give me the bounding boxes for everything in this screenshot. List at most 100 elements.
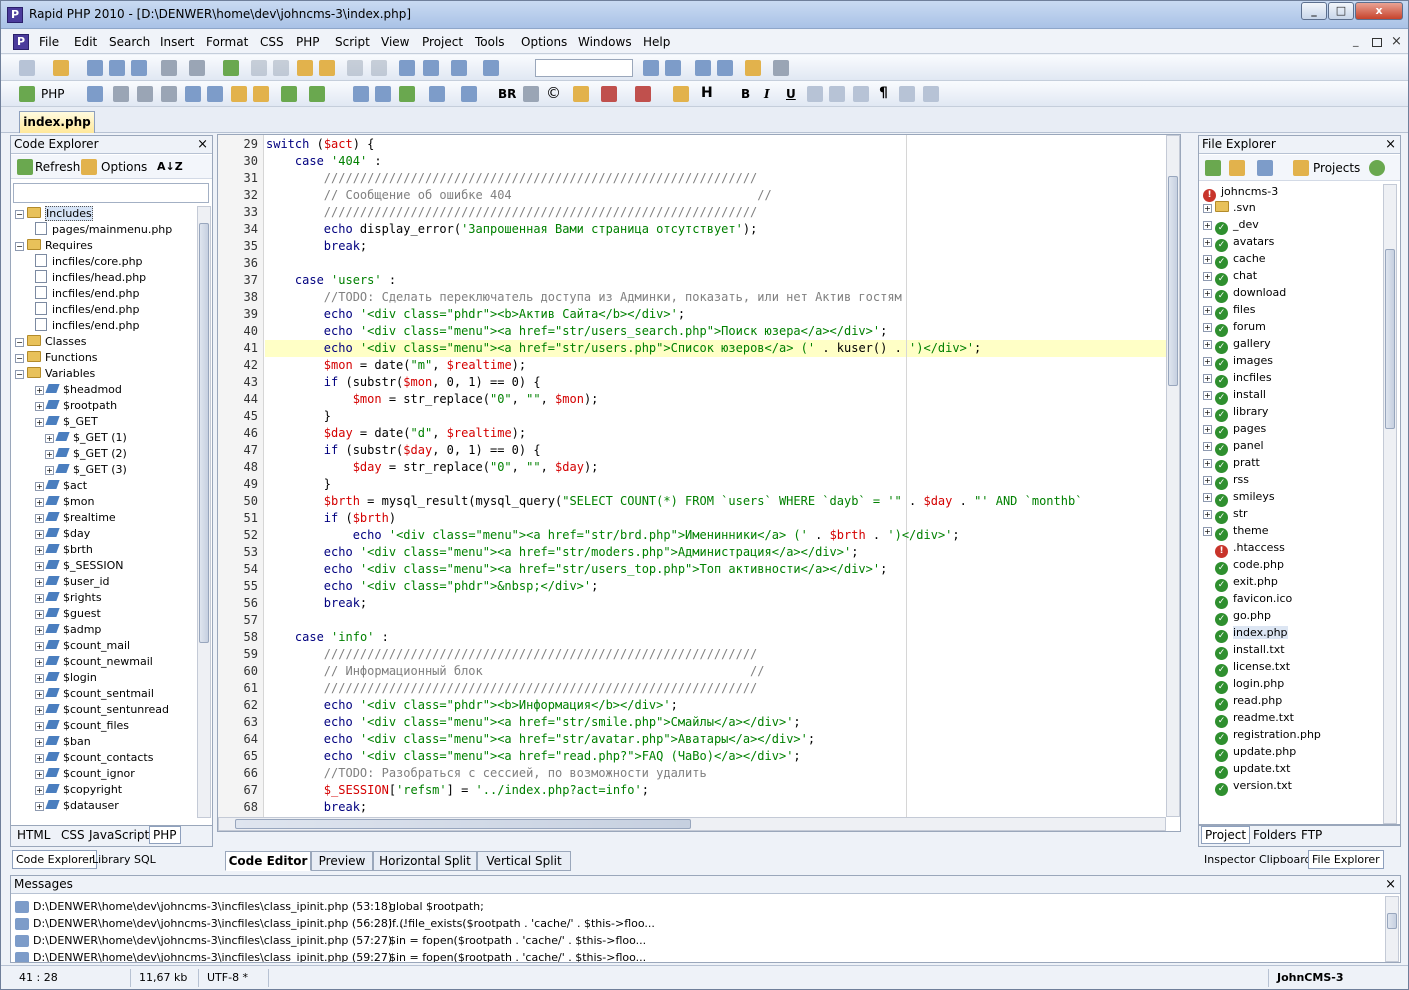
php-transfer-icon[interactable]: [399, 86, 415, 102]
options-button[interactable]: Options: [101, 160, 147, 174]
scroll-thumb[interactable]: [199, 223, 209, 643]
menu-help[interactable]: Help: [643, 35, 670, 49]
tree-node[interactable]: incfiles/end.php: [35, 302, 139, 318]
code-line[interactable]: echo '<div class="phdr"><b>Информация</b…: [266, 698, 678, 712]
code-line[interactable]: if (substr($day, 0, 1) == 0) {: [266, 443, 541, 457]
menu-project[interactable]: Project: [422, 35, 463, 49]
view-mode-icon[interactable]: [1257, 160, 1273, 176]
up-folder-icon[interactable]: [1205, 160, 1221, 176]
print-preview-icon[interactable]: [189, 60, 205, 76]
code-line[interactable]: // Сообщение об ошибке 404 //: [266, 188, 772, 202]
expand-icon[interactable]: +: [35, 514, 44, 523]
file-tree-item[interactable]: + ✓ str: [1203, 506, 1248, 524]
tree-node[interactable]: + $count_mail: [35, 638, 130, 654]
tab-project[interactable]: Project: [1201, 826, 1251, 844]
php-db-icon[interactable]: [375, 86, 391, 102]
message-row[interactable]: D:\DENWER\home\dev\johncms-3\incfiles\cl…: [15, 915, 655, 932]
php-validate-icon[interactable]: [309, 86, 325, 102]
copy-icon[interactable]: [273, 60, 289, 76]
tree-node[interactable]: + $day: [35, 526, 90, 542]
tree-root[interactable]: ! johncms-3: [1203, 184, 1278, 202]
menu-php[interactable]: PHP: [296, 35, 320, 49]
expand-icon[interactable]: +: [35, 722, 44, 731]
expand-icon[interactable]: +: [1203, 221, 1212, 230]
expand-icon[interactable]: +: [35, 754, 44, 763]
tree-node[interactable]: + $mon: [35, 494, 94, 510]
file-tree-item[interactable]: + ✓ pages: [1203, 421, 1266, 439]
tab-javascript[interactable]: JavaScript: [89, 828, 149, 842]
php-tag-icon[interactable]: [113, 86, 129, 102]
tree-node[interactable]: + $count_sentunread: [35, 702, 169, 718]
expand-icon[interactable]: +: [35, 498, 44, 507]
php-tree-icon[interactable]: [281, 86, 297, 102]
anchor-icon[interactable]: [573, 86, 589, 102]
maximize-button[interactable]: □: [1328, 2, 1354, 20]
mdi-restore-icon[interactable]: [1372, 38, 1382, 47]
code-line[interactable]: $day = str_replace("0", "", $day);: [266, 460, 599, 474]
file-tree-item[interactable]: + ✓ incfiles: [1203, 370, 1272, 388]
expand-icon[interactable]: +: [35, 530, 44, 539]
tab-folders[interactable]: Folders: [1253, 828, 1296, 842]
indent-icon[interactable]: [399, 60, 415, 76]
php-pencil-icon[interactable]: [253, 86, 269, 102]
code-line[interactable]: case 'info' :: [266, 630, 389, 644]
expand-icon[interactable]: +: [35, 674, 44, 683]
tree-node[interactable]: + $count_files: [35, 718, 129, 734]
cut-icon[interactable]: [251, 60, 267, 76]
file-tree-item[interactable]: + .svn: [1203, 200, 1256, 216]
tree-node[interactable]: + $admp: [35, 622, 101, 638]
find-in-files-icon[interactable]: [695, 60, 711, 76]
expand-icon[interactable]: +: [45, 450, 54, 459]
code-line[interactable]: ////////////////////////////////////////…: [266, 647, 757, 661]
nbsp-icon[interactable]: [523, 86, 539, 102]
expand-icon[interactable]: +: [35, 658, 44, 667]
expand-icon[interactable]: +: [35, 706, 44, 715]
file-tree-item[interactable]: ✓ update.txt: [1203, 761, 1290, 779]
tab-file-explorer[interactable]: File Explorer: [1308, 850, 1384, 869]
tree-node[interactable]: + $rights: [35, 590, 102, 606]
expand-icon[interactable]: +: [1203, 340, 1212, 349]
code-line[interactable]: echo '<div class="menu"><a href="str/ava…: [266, 732, 815, 746]
file-tree-item[interactable]: + ✓ theme: [1203, 523, 1269, 541]
code-line[interactable]: ////////////////////////////////////////…: [266, 171, 757, 185]
menu-edit[interactable]: Edit: [74, 35, 97, 49]
tab-preview[interactable]: Preview: [311, 851, 373, 871]
expand-icon[interactable]: +: [35, 402, 44, 411]
copyright-button[interactable]: ©: [546, 84, 561, 102]
code-line[interactable]: switch ($act) {: [266, 137, 374, 151]
expand-icon[interactable]: +: [1203, 493, 1212, 502]
file-tree-item[interactable]: ✓ go.php: [1203, 608, 1271, 626]
php-short-tag-icon[interactable]: [161, 86, 177, 102]
file-tree-item[interactable]: + ✓ avatars: [1203, 234, 1274, 252]
code-line[interactable]: }: [266, 477, 331, 491]
code-line[interactable]: // Информационный блок //: [266, 664, 765, 678]
code-line[interactable]: ////////////////////////////////////////…: [266, 681, 757, 695]
tab-library[interactable]: Library: [92, 853, 130, 866]
spellcheck-icon[interactable]: [223, 60, 239, 76]
sort-button[interactable]: A↓Z: [157, 160, 183, 173]
expand-icon[interactable]: +: [1203, 408, 1212, 417]
bookmark-icon[interactable]: [745, 60, 761, 76]
tab-php[interactable]: PHP: [149, 826, 181, 844]
file-tree-item[interactable]: + ✓ download: [1203, 285, 1286, 303]
menu-insert[interactable]: Insert: [160, 35, 194, 49]
code-line[interactable]: echo '<div class="menu"><a href="str/smi…: [266, 715, 801, 729]
expand-icon[interactable]: +: [45, 434, 54, 443]
expand-icon[interactable]: +: [35, 738, 44, 747]
tab-code-editor[interactable]: Code Editor: [225, 851, 311, 871]
messages-scrollbar[interactable]: [1385, 896, 1399, 962]
code-line[interactable]: $mon = date("m", $realtime);: [266, 358, 526, 372]
expand-icon[interactable]: +: [35, 786, 44, 795]
code-line[interactable]: echo '<div class="menu"><a href="read.ph…: [266, 749, 801, 763]
tree-node[interactable]: + $_GET (2): [45, 446, 127, 462]
numbered-list-icon[interactable]: [923, 86, 939, 102]
scroll-thumb[interactable]: [235, 819, 691, 829]
tab-inspector[interactable]: Inspector: [1204, 853, 1255, 866]
editor-hscrollbar[interactable]: [218, 817, 1166, 831]
tab-sql[interactable]: SQL: [134, 853, 156, 866]
message-row[interactable]: D:\DENWER\home\dev\johncms-3\incfiles\cl…: [15, 898, 484, 915]
paragraph-button[interactable]: ¶: [879, 85, 888, 101]
tree-node[interactable]: + $count_newmail: [35, 654, 153, 670]
tab-code-explorer[interactable]: Code Explorer: [12, 850, 98, 869]
code-line[interactable]: break;: [266, 800, 367, 814]
